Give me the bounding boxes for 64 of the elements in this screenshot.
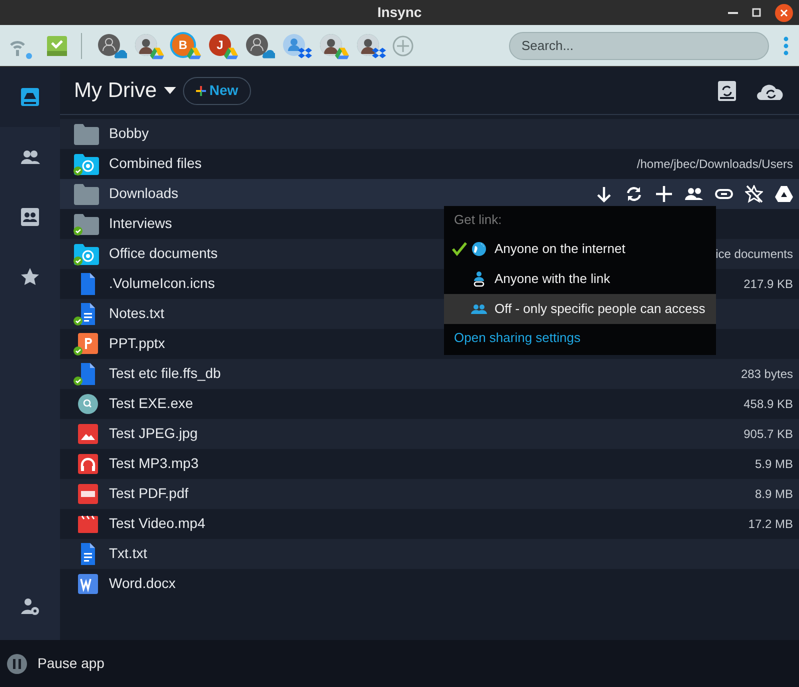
file-name: PPT.pptx bbox=[109, 334, 166, 353]
file-name: Downloads bbox=[109, 184, 178, 203]
star-icon bbox=[20, 267, 40, 287]
pause-label[interactable]: Pause app bbox=[38, 653, 104, 674]
option-label: Anyone with the link bbox=[494, 270, 610, 288]
download-icon[interactable] bbox=[595, 184, 613, 202]
file-detail: /home/jbec/Downloads/Users bbox=[636, 156, 793, 172]
account-avatar[interactable] bbox=[96, 32, 127, 60]
file-name: Txt.txt bbox=[109, 544, 148, 563]
menu-option[interactable]: Off - only specific people can access bbox=[444, 294, 716, 324]
unstar-icon[interactable] bbox=[745, 184, 763, 202]
caret-icon[interactable] bbox=[164, 87, 176, 94]
account-avatar[interactable] bbox=[355, 32, 386, 60]
add-icon[interactable] bbox=[655, 184, 673, 202]
file-detail: ice documents bbox=[716, 246, 793, 262]
link-person-icon bbox=[471, 270, 487, 286]
minimize-icon[interactable] bbox=[728, 12, 738, 14]
file-detail: 5.9 MB bbox=[754, 456, 793, 472]
file-name: Office documents bbox=[109, 244, 218, 263]
file-name: Test MP3.mp3 bbox=[109, 454, 198, 473]
menu-option[interactable]: Anyone on the internet bbox=[444, 234, 716, 264]
file-name: Test etc file.ffs_db bbox=[109, 364, 221, 383]
drive-title[interactable]: My Drive bbox=[74, 74, 157, 106]
file-detail: 905.7 KB bbox=[744, 426, 793, 442]
account-avatar[interactable] bbox=[318, 32, 349, 60]
menu-option[interactable]: Anyone with the link bbox=[444, 264, 716, 294]
file-detail: 17.2 MB bbox=[748, 516, 793, 532]
shared-drive-icon bbox=[20, 207, 40, 227]
sharing-settings-link[interactable]: Open sharing settings bbox=[444, 324, 590, 355]
file-detail: 8.9 MB bbox=[754, 486, 793, 502]
account-avatar[interactable] bbox=[281, 32, 312, 60]
plus-icon bbox=[196, 86, 206, 96]
maximize-icon[interactable] bbox=[752, 8, 761, 17]
account-avatar[interactable] bbox=[244, 32, 275, 60]
file-name: Test JPEG.jpg bbox=[109, 424, 198, 443]
backup-icon[interactable] bbox=[718, 80, 736, 100]
close-icon[interactable] bbox=[775, 4, 793, 22]
account-avatar[interactable] bbox=[133, 32, 164, 60]
drive-icon[interactable] bbox=[775, 184, 793, 202]
window-title: Insync bbox=[377, 3, 422, 22]
globe-icon bbox=[471, 240, 487, 256]
option-label: Anyone on the internet bbox=[494, 240, 626, 258]
file-name: Interviews bbox=[109, 214, 172, 233]
file-name: .VolumeIcon.icns bbox=[109, 274, 215, 293]
sidebar-item[interactable] bbox=[0, 67, 60, 127]
file-name: Test EXE.exe bbox=[109, 394, 194, 413]
file-detail: 217.9 KB bbox=[744, 276, 793, 292]
menu-title: Get link: bbox=[454, 212, 502, 227]
file-name: Combined files bbox=[109, 154, 202, 173]
new-button[interactable]: New bbox=[182, 76, 252, 104]
file-name: Notes.txt bbox=[109, 304, 164, 323]
search-field[interactable]: Search... bbox=[508, 32, 768, 60]
task-icon[interactable] bbox=[47, 36, 67, 56]
option-label: Off - only specific people can access bbox=[494, 300, 706, 318]
file-name: Test Video.mp4 bbox=[109, 514, 206, 533]
file-detail: 458.9 KB bbox=[744, 396, 793, 412]
pause-icon[interactable] bbox=[7, 654, 27, 674]
file-detail: 283 bytes bbox=[740, 366, 793, 382]
user-settings-icon bbox=[20, 596, 40, 616]
sync-icon[interactable] bbox=[625, 184, 643, 202]
drive-icon bbox=[20, 87, 40, 107]
file-name: Bobby bbox=[109, 124, 149, 143]
file-name: Test PDF.pdf bbox=[109, 484, 188, 503]
file-name: Word.docx bbox=[109, 574, 176, 593]
